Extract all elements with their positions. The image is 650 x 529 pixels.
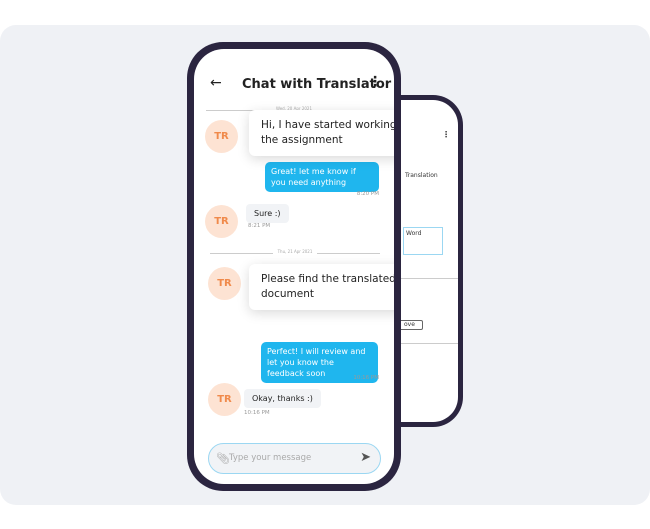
timestamp: 10:16 PM bbox=[353, 375, 379, 381]
message-input[interactable]: 📎︎ Type your message ➤ bbox=[208, 443, 381, 474]
avatar: TR bbox=[205, 120, 238, 153]
more-vertical-icon[interactable]: ⋮ bbox=[368, 74, 382, 90]
arrow-left-icon[interactable]: ← bbox=[210, 75, 222, 91]
front-phone: ← Chat with Translator ⋮ Wed, 20 Apr 202… bbox=[187, 42, 401, 491]
back-word-box: Word bbox=[403, 227, 443, 255]
message-placeholder: Type your message bbox=[229, 453, 312, 463]
outgoing-message: Great! let me know if you need anything bbox=[265, 162, 379, 192]
chat-screen: ← Chat with Translator ⋮ Wed, 20 Apr 202… bbox=[194, 49, 394, 484]
timestamp: 8:20 PM bbox=[356, 191, 379, 197]
menu-icon: ⋮ bbox=[442, 130, 450, 139]
back-divider bbox=[395, 343, 458, 344]
send-icon[interactable]: ➤ bbox=[360, 450, 371, 465]
incoming-message: Sure :) bbox=[246, 204, 289, 223]
message-popup: Please find the translated document bbox=[249, 264, 394, 310]
message-popup: Hi, I have started working on the assign… bbox=[249, 110, 394, 156]
back-divider bbox=[395, 278, 458, 279]
date-separator: Thu, 21 Apr 2021 bbox=[210, 249, 380, 257]
timestamp: 10:16 PM bbox=[244, 410, 270, 416]
chat-header: ← Chat with Translator ⋮ bbox=[194, 69, 394, 103]
avatar: TR bbox=[205, 205, 238, 238]
avatar: TR bbox=[208, 383, 241, 416]
paperclip-icon[interactable]: 📎︎ bbox=[216, 452, 230, 465]
back-label-word: Word bbox=[406, 230, 422, 237]
timestamp: 8:21 PM bbox=[248, 223, 271, 229]
incoming-message: Okay, thanks :) bbox=[244, 389, 321, 408]
avatar: TR bbox=[208, 267, 241, 300]
back-label-translation: Translation bbox=[405, 172, 438, 179]
